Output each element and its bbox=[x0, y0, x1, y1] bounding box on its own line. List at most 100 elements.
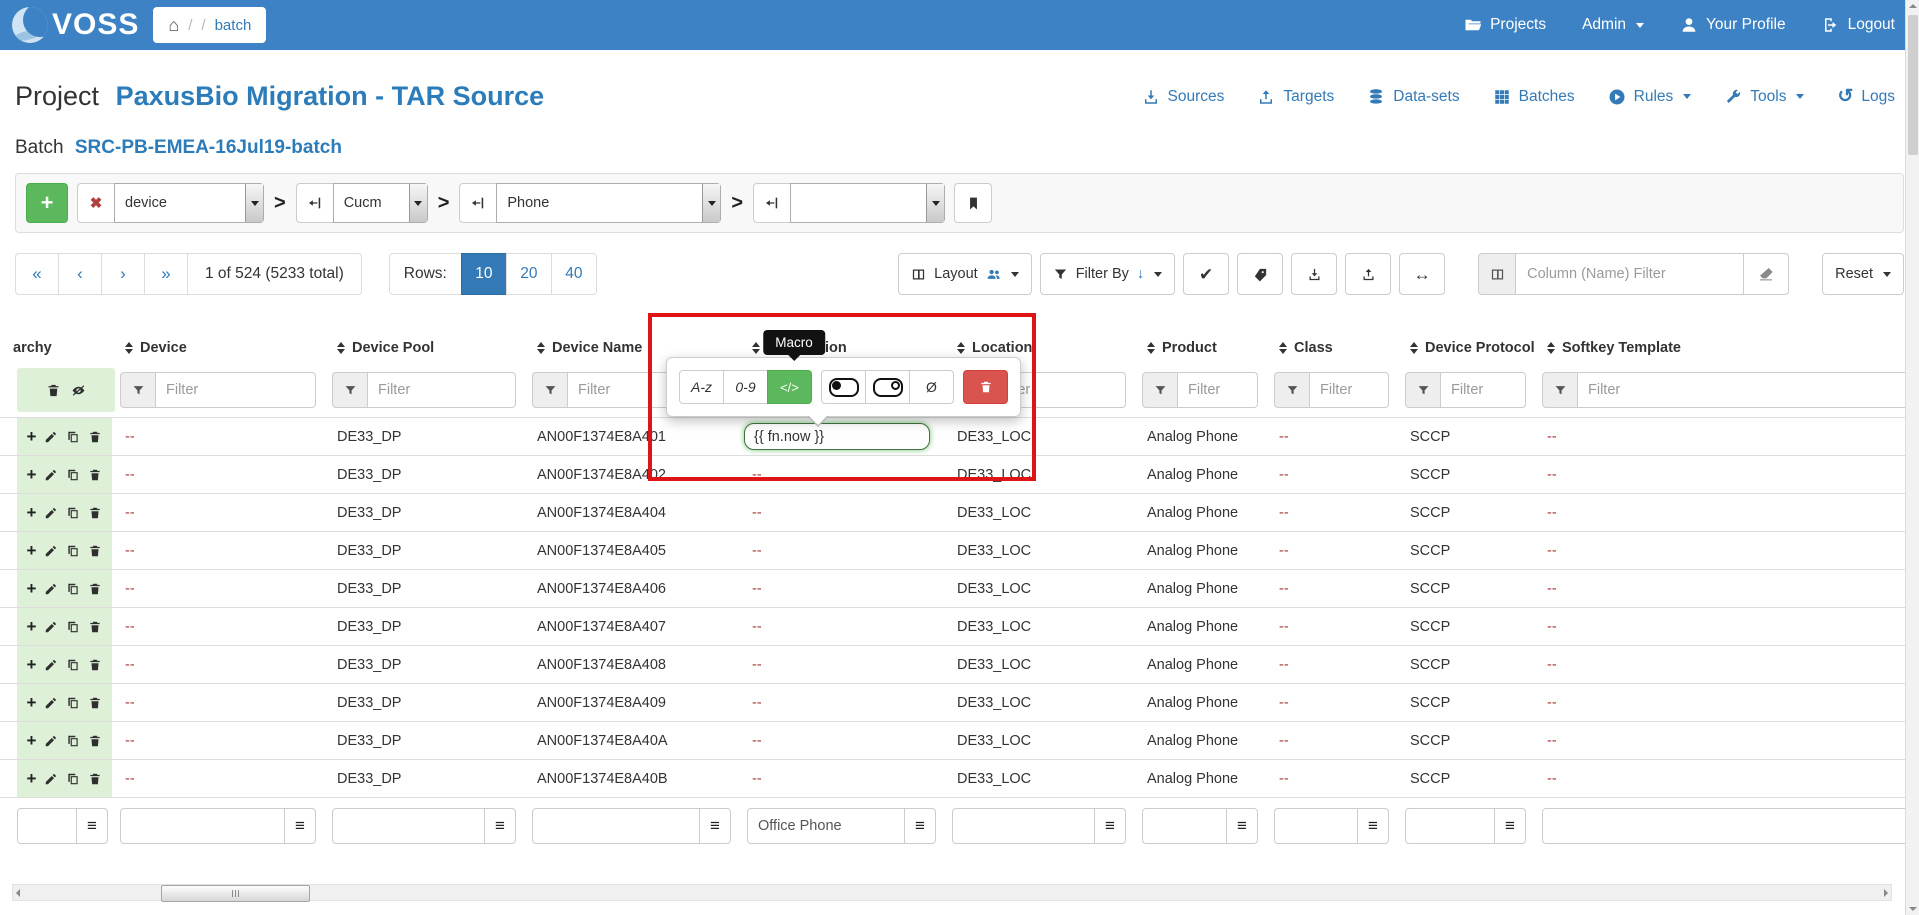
trash-icon[interactable] bbox=[88, 734, 102, 748]
copy-icon[interactable] bbox=[66, 506, 80, 520]
horizontal-scrollbar-thumb[interactable] bbox=[161, 885, 310, 902]
scroll-up-arrow-icon[interactable] bbox=[1909, 4, 1917, 8]
column-header-hierarchy[interactable]: archy bbox=[0, 333, 112, 363]
export-button[interactable] bbox=[1291, 253, 1337, 295]
clear-filter-button[interactable] bbox=[1743, 253, 1789, 295]
column-header-softkey-template[interactable]: Softkey Template bbox=[1534, 333, 1919, 363]
add-icon[interactable]: + bbox=[27, 504, 37, 521]
home-icon[interactable]: ⌂ bbox=[168, 16, 179, 34]
first-page-button[interactable]: « bbox=[15, 253, 59, 295]
add-icon[interactable]: + bbox=[27, 542, 37, 559]
footer-menu-button[interactable]: ≡ bbox=[484, 808, 516, 844]
tag-button[interactable] bbox=[1237, 253, 1283, 295]
column-name-filter-input[interactable] bbox=[1516, 253, 1744, 295]
pencil-icon[interactable] bbox=[44, 430, 58, 444]
trash-icon[interactable] bbox=[88, 430, 102, 444]
resize-columns-button[interactable]: ↔ bbox=[1399, 253, 1445, 295]
step-jump-button[interactable] bbox=[459, 183, 497, 223]
vertical-scrollbar[interactable] bbox=[1905, 0, 1919, 915]
step2-select[interactable]: Cucm bbox=[333, 183, 428, 223]
add-step-button[interactable]: + bbox=[26, 183, 68, 223]
trash-icon[interactable] bbox=[88, 620, 102, 634]
trash-icon[interactable] bbox=[88, 582, 102, 596]
import-button[interactable] bbox=[1345, 253, 1391, 295]
trash-icon[interactable] bbox=[88, 468, 102, 482]
filter-input-device-protocol[interactable] bbox=[1441, 372, 1526, 408]
delete-value-button[interactable] bbox=[963, 370, 1008, 404]
vertical-scrollbar-thumb[interactable] bbox=[1908, 15, 1918, 155]
funnel-icon[interactable] bbox=[120, 372, 156, 408]
last-page-button[interactable]: » bbox=[144, 253, 188, 295]
prev-page-button[interactable]: ‹ bbox=[58, 253, 102, 295]
admin-menu[interactable]: Admin bbox=[1582, 16, 1644, 34]
footer-input-product[interactable] bbox=[1142, 808, 1227, 844]
trash-icon[interactable] bbox=[88, 696, 102, 710]
layout-button[interactable]: Layout bbox=[898, 253, 1032, 295]
projects-link[interactable]: Projects bbox=[1464, 16, 1546, 34]
filter-input-softkey-template[interactable] bbox=[1578, 372, 1911, 408]
step-jump-button[interactable] bbox=[753, 183, 791, 223]
funnel-icon[interactable] bbox=[1405, 372, 1441, 408]
column-header-product[interactable]: Product bbox=[1134, 333, 1266, 363]
footer-input-location[interactable] bbox=[952, 808, 1095, 844]
column-header-device-pool[interactable]: Device Pool bbox=[324, 333, 524, 363]
tools-menu[interactable]: Tools bbox=[1724, 88, 1804, 106]
eye-slash-icon[interactable] bbox=[71, 383, 86, 398]
apply-button[interactable]: ✔ bbox=[1183, 253, 1229, 295]
column-header-device-protocol[interactable]: Device Protocol bbox=[1397, 333, 1534, 363]
trash-icon[interactable] bbox=[88, 506, 102, 520]
add-icon[interactable]: + bbox=[27, 466, 37, 483]
step4-select[interactable] bbox=[790, 183, 945, 223]
step3-select[interactable]: Phone bbox=[496, 183, 721, 223]
pencil-icon[interactable] bbox=[44, 696, 58, 710]
targets-link[interactable]: Targets bbox=[1257, 88, 1334, 106]
filter-input-product[interactable] bbox=[1178, 372, 1258, 408]
copy-icon[interactable] bbox=[66, 544, 80, 558]
pencil-icon[interactable] bbox=[44, 658, 58, 672]
filter-input-class[interactable] bbox=[1310, 372, 1389, 408]
add-icon[interactable]: + bbox=[27, 428, 37, 445]
batch-name-link[interactable]: SRC-PB-EMEA-16Jul19-batch bbox=[75, 137, 342, 158]
footer-menu-button[interactable]: ≡ bbox=[904, 808, 936, 844]
footer-menu-button[interactable]: ≡ bbox=[1094, 808, 1126, 844]
pencil-icon[interactable] bbox=[44, 620, 58, 634]
footer-menu-button[interactable]: ≡ bbox=[1357, 808, 1389, 844]
footer-input-device-pool[interactable] bbox=[332, 808, 485, 844]
bookmark-button[interactable] bbox=[954, 183, 992, 223]
scroll-down-arrow-icon[interactable] bbox=[1909, 907, 1917, 911]
funnel-icon[interactable] bbox=[332, 372, 368, 408]
breadcrumb-current[interactable]: batch bbox=[215, 17, 252, 34]
footer-menu-button[interactable]: ≡ bbox=[699, 808, 731, 844]
add-icon[interactable]: + bbox=[27, 732, 37, 749]
copy-icon[interactable] bbox=[66, 430, 80, 444]
alpha-option-button[interactable]: A-z bbox=[679, 370, 724, 404]
macro-option-button[interactable]: </> bbox=[767, 370, 812, 404]
step-jump-button[interactable] bbox=[296, 183, 334, 223]
rows-option-10[interactable]: 10 bbox=[461, 253, 507, 295]
filter-by-button[interactable]: Filter By ↓ bbox=[1040, 253, 1175, 295]
trash-icon[interactable] bbox=[88, 658, 102, 672]
funnel-icon[interactable] bbox=[532, 372, 568, 408]
next-page-button[interactable]: › bbox=[101, 253, 145, 295]
pencil-icon[interactable] bbox=[44, 506, 58, 520]
pencil-icon[interactable] bbox=[44, 772, 58, 786]
reset-button[interactable]: Reset bbox=[1822, 253, 1904, 295]
footer-menu-button[interactable]: ≡ bbox=[284, 808, 316, 844]
filter-input-device[interactable] bbox=[156, 372, 316, 408]
scroll-left-arrow-icon[interactable] bbox=[16, 889, 20, 897]
copy-icon[interactable] bbox=[66, 696, 80, 710]
logs-link[interactable]: ↺ Logs bbox=[1837, 87, 1895, 106]
pencil-icon[interactable] bbox=[44, 734, 58, 748]
model-type-select[interactable]: device bbox=[114, 183, 264, 223]
trash-icon[interactable] bbox=[88, 772, 102, 786]
footer-input-class[interactable] bbox=[1274, 808, 1358, 844]
horizontal-scrollbar[interactable] bbox=[12, 884, 1892, 901]
add-icon[interactable]: + bbox=[27, 618, 37, 635]
copy-icon[interactable] bbox=[66, 658, 80, 672]
pencil-icon[interactable] bbox=[44, 544, 58, 558]
pencil-icon[interactable] bbox=[44, 468, 58, 482]
trash-icon[interactable] bbox=[88, 544, 102, 558]
add-icon[interactable]: + bbox=[27, 580, 37, 597]
copy-icon[interactable] bbox=[66, 734, 80, 748]
funnel-icon[interactable] bbox=[1274, 372, 1310, 408]
